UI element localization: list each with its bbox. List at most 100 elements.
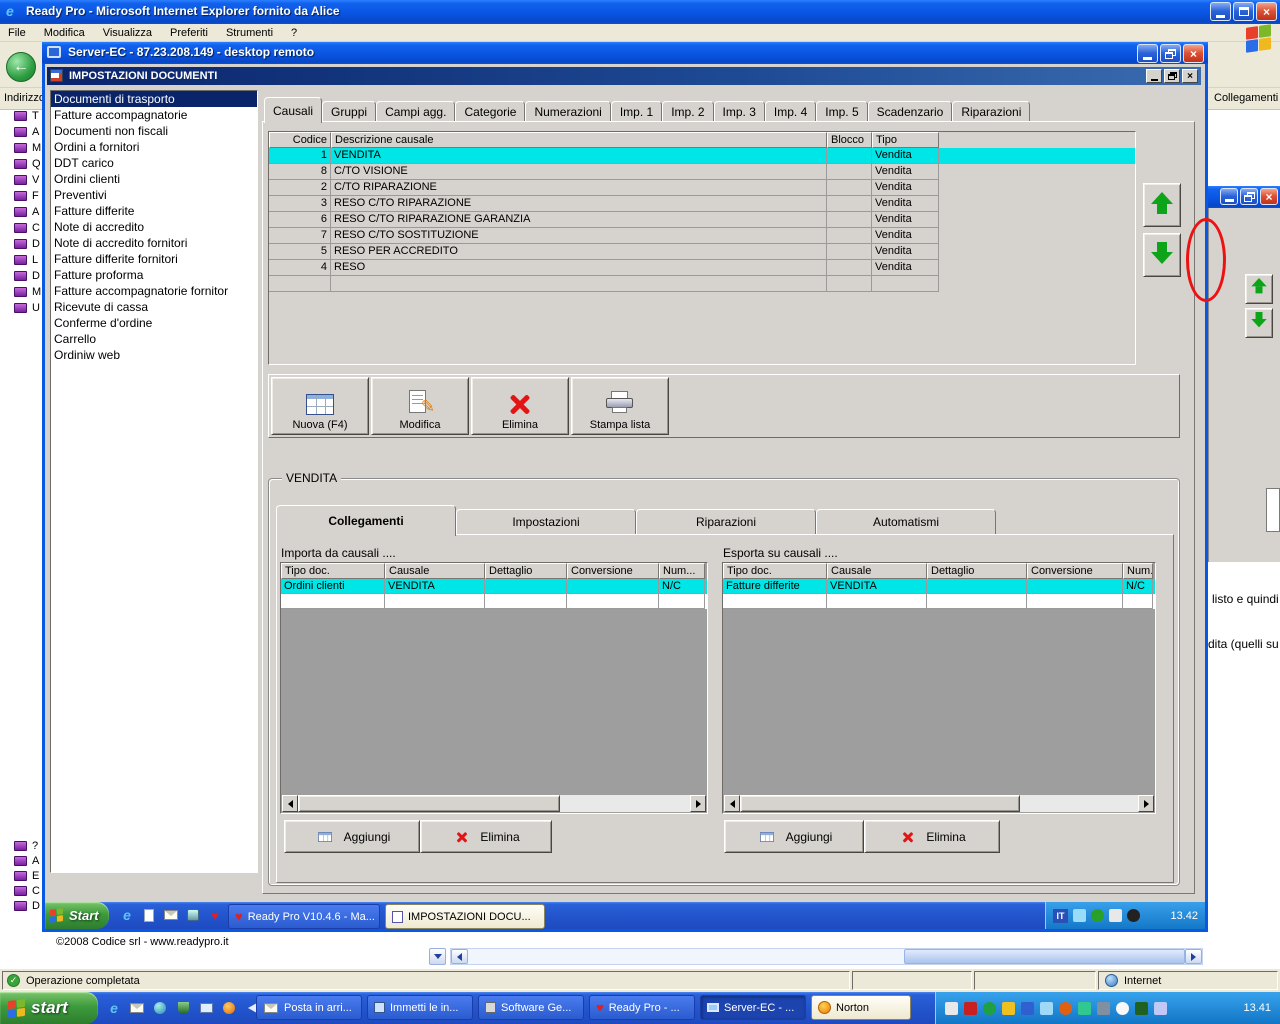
grid-row-selected[interactable]: Fatture differite VENDITA N/C xyxy=(723,579,1155,594)
tray-icon[interactable] xyxy=(1021,1001,1034,1015)
tray-icon[interactable] xyxy=(1073,909,1086,922)
scrollbar-thumb[interactable] xyxy=(298,795,560,812)
tab-riparazioni-dettaglio[interactable]: Riparazioni xyxy=(636,509,816,535)
nuova-button[interactable]: Nuova (F4) xyxy=(271,377,369,435)
task-norton[interactable]: Norton xyxy=(811,995,911,1020)
back-button[interactable]: ← xyxy=(6,52,36,82)
tray-icon[interactable] xyxy=(1040,1001,1053,1015)
tab-imp-4[interactable]: Imp. 4 xyxy=(764,101,817,122)
import-aggiungi-button[interactable]: Aggiungi xyxy=(284,820,420,853)
vertical-scroll-down-button[interactable] xyxy=(429,948,446,965)
tray-icon[interactable] xyxy=(1091,909,1104,922)
page-horizontal-scrollbar[interactable] xyxy=(450,948,1203,965)
grid-row[interactable]: 5 RESO PER ACCREDITO Vendita xyxy=(269,244,1135,260)
mail-icon[interactable] xyxy=(129,1000,145,1016)
grid-row[interactable]: 4 RESO Vendita xyxy=(269,260,1135,276)
remote-clock[interactable]: 13.42 xyxy=(1170,910,1198,922)
menu-help[interactable]: ? xyxy=(291,27,297,39)
list-item[interactable]: Fatture proforma xyxy=(51,267,257,283)
favorite-link[interactable]: A xyxy=(14,855,39,867)
tray-icon[interactable] xyxy=(1135,1001,1148,1015)
list-item[interactable]: Ordiniw web xyxy=(51,347,257,363)
ready-pro-heart-icon[interactable]: ♥ xyxy=(207,907,223,923)
list-item[interactable]: Documenti non fiscali xyxy=(51,123,257,139)
favorite-link[interactable]: C xyxy=(14,885,40,897)
language-indicator[interactable]: IT xyxy=(1053,908,1068,923)
remote-task-readypro[interactable]: ♥ Ready Pro V10.4.6 - Ma... xyxy=(228,904,380,929)
column-header[interactable]: Causale xyxy=(385,563,485,579)
tray-icon[interactable] xyxy=(1078,1001,1091,1015)
modifica-button[interactable]: ✎ Modifica xyxy=(371,377,469,435)
column-header[interactable]: Tipo doc. xyxy=(723,563,827,579)
tab-imp-3[interactable]: Imp. 3 xyxy=(713,101,765,122)
close-button[interactable]: × xyxy=(1183,44,1204,63)
favorite-link[interactable]: A xyxy=(14,206,39,218)
media-icon[interactable] xyxy=(221,1000,237,1016)
list-item[interactable]: Fatture accompagnatorie xyxy=(51,107,257,123)
tab-imp-2[interactable]: Imp. 2 xyxy=(662,101,714,122)
close-button[interactable]: × xyxy=(1260,188,1278,205)
list-item[interactable]: Fatture differite fornitori xyxy=(51,251,257,267)
scroll-left-button[interactable] xyxy=(282,795,298,812)
list-item[interactable]: Ricevute di cassa xyxy=(51,299,257,315)
internet-explorer-icon[interactable]: e xyxy=(119,907,135,923)
list-item[interactable]: Carrello xyxy=(51,331,257,347)
mail-icon[interactable] xyxy=(163,907,179,923)
minimize-button[interactable] xyxy=(1220,188,1238,205)
tab-impostazioni[interactable]: Impostazioni xyxy=(456,509,636,535)
column-header[interactable]: Dettaglio xyxy=(485,563,567,579)
app-icon[interactable] xyxy=(185,907,201,923)
column-header[interactable]: Tipo xyxy=(872,132,939,148)
remote-task-impostazioni[interactable]: IMPOSTAZIONI DOCU... xyxy=(385,904,545,929)
favorite-link[interactable]: A xyxy=(14,126,39,138)
document-icon[interactable] xyxy=(141,907,157,923)
grid-row[interactable]: 2 C/TO RIPARAZIONE Vendita xyxy=(269,180,1135,196)
column-header[interactable]: Causale xyxy=(827,563,927,579)
grid-row-selected[interactable]: 1 VENDITA Vendita xyxy=(269,148,1135,164)
tray-icon[interactable] xyxy=(1109,909,1122,922)
list-item[interactable]: Documenti di trasporto xyxy=(51,91,257,107)
favorite-link[interactable]: D xyxy=(14,238,40,250)
stampa-lista-button[interactable]: Stampa lista xyxy=(571,377,669,435)
favorite-link[interactable]: E xyxy=(14,870,39,882)
export-elimina-button[interactable]: Elimina xyxy=(864,820,1000,853)
tab-collegamenti[interactable]: Collegamenti xyxy=(276,505,456,536)
task-immetti[interactable]: Immetti le in... xyxy=(367,995,473,1020)
restore-button[interactable] xyxy=(1160,44,1181,63)
tab-riparazioni[interactable]: Riparazioni xyxy=(952,101,1031,122)
show-desktop-icon[interactable] xyxy=(198,1000,214,1016)
favorite-link[interactable]: V xyxy=(14,174,39,186)
tab-campi-agg[interactable]: Campi agg. xyxy=(376,101,456,122)
favorite-link[interactable]: D xyxy=(14,270,40,282)
minimize-button[interactable] xyxy=(1210,2,1231,21)
favorite-link[interactable]: M xyxy=(14,286,41,298)
tray-icon[interactable] xyxy=(1059,1001,1072,1015)
grid-row[interactable]: 3 RESO C/TO RIPARAZIONE Vendita xyxy=(269,196,1135,212)
column-header[interactable]: Tipo doc. xyxy=(281,563,385,579)
column-header[interactable]: Conversione xyxy=(567,563,659,579)
minimize-button[interactable] xyxy=(1146,69,1162,83)
row-up-button[interactable] xyxy=(1143,183,1181,227)
scroll-right-button[interactable] xyxy=(690,795,706,812)
list-item[interactable]: Fatture differite xyxy=(51,203,257,219)
scrollbar-thumb[interactable] xyxy=(904,949,1185,964)
menu-preferiti[interactable]: Preferiti xyxy=(170,27,208,39)
start-button[interactable]: start xyxy=(0,992,98,1024)
list-item[interactable]: Preventivi xyxy=(51,187,257,203)
list-item[interactable]: Conferme d'ordine xyxy=(51,315,257,331)
clock[interactable]: 13.41 xyxy=(1243,1002,1271,1014)
column-header[interactable]: Num... xyxy=(659,563,705,579)
grid-row-selected[interactable]: Ordini clienti VENDITA N/C xyxy=(281,579,707,594)
horizontal-scrollbar[interactable] xyxy=(282,795,706,812)
tab-scadenzario[interactable]: Scadenzario xyxy=(867,101,953,122)
menu-visualizza[interactable]: Visualizza xyxy=(103,27,152,39)
tab-imp-1[interactable]: Imp. 1 xyxy=(610,101,663,122)
favorite-link[interactable]: U xyxy=(14,302,40,314)
scrollbar-thumb[interactable] xyxy=(740,795,1020,812)
task-software[interactable]: Software Ge... xyxy=(478,995,584,1020)
restore-button[interactable] xyxy=(1240,188,1258,205)
favorite-link[interactable]: ? xyxy=(14,840,38,852)
tray-icon[interactable] xyxy=(1127,909,1140,922)
internet-explorer-icon[interactable]: e xyxy=(106,1000,122,1016)
favorite-link[interactable]: T xyxy=(14,110,39,122)
